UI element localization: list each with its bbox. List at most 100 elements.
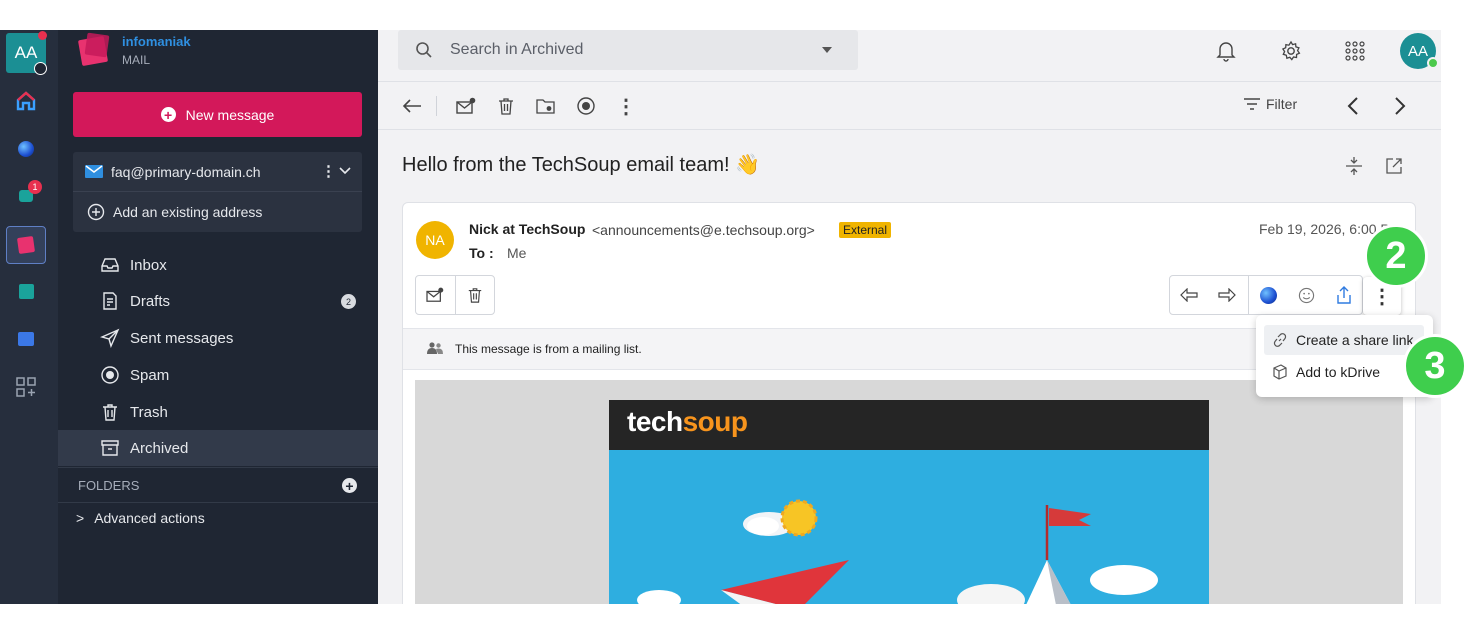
to-label: To :	[469, 245, 494, 261]
app-rail: AA 1	[0, 30, 58, 604]
ai-orb-icon	[1259, 286, 1277, 304]
mail-app: AA 1 infomaniak MAIL + New message faq@p…	[0, 30, 1441, 604]
send-icon	[100, 328, 120, 348]
delete-message-button[interactable]	[456, 276, 494, 314]
gear-icon[interactable]	[1278, 38, 1304, 64]
online-status-dot	[1427, 57, 1439, 69]
apps-grid-icon[interactable]	[1342, 38, 1368, 64]
ai-assistant-button[interactable]	[1249, 276, 1287, 314]
next-message-icon[interactable]	[1388, 94, 1412, 118]
reply-button[interactable]	[1170, 276, 1208, 314]
advanced-actions-label: Advanced actions	[94, 510, 205, 526]
kdrive-icon	[1273, 364, 1287, 380]
add-circle-icon	[87, 203, 105, 221]
techsoup-logo: techsoup	[627, 406, 748, 438]
quick-actions-group	[415, 275, 495, 315]
add-folder-icon[interactable]: +	[342, 478, 357, 493]
kchat-badge: 1	[28, 180, 42, 194]
filter-button[interactable]: Filter	[1244, 96, 1297, 112]
techsoup-header: techsoup	[609, 400, 1209, 450]
email-body: techsoup	[415, 380, 1403, 604]
sender-avatar: NA	[416, 221, 454, 259]
folder-inbox[interactable]: Inbox	[58, 247, 378, 283]
archive-icon	[101, 440, 119, 456]
new-message-button[interactable]: + New message	[73, 92, 362, 137]
logo-text-s: s	[682, 406, 699, 437]
bell-icon[interactable]	[1213, 38, 1239, 64]
account-kebab-icon[interactable]: ⋮	[321, 162, 336, 180]
folder-trash[interactable]: Trash	[58, 394, 378, 430]
add-address-button[interactable]: Add an existing address	[73, 192, 362, 232]
brand-name: infomaniak	[122, 34, 191, 49]
search-input[interactable]	[450, 30, 810, 70]
infomaniak-logo	[76, 32, 112, 67]
search-box[interactable]	[398, 30, 858, 70]
folder-label: Inbox	[130, 256, 167, 274]
inbox-icon	[101, 258, 119, 272]
share-button[interactable]	[1325, 276, 1363, 314]
sender-address[interactable]: <announcements@e.techsoup.org>	[592, 222, 815, 238]
account-panel: faq@primary-domain.ch ⋮ Add an existing …	[73, 152, 362, 232]
create-share-link-item[interactable]: Create a share link	[1264, 325, 1424, 355]
menu-item-label: Create a share link	[1296, 332, 1414, 348]
mail-icon[interactable]	[13, 232, 39, 258]
collapse-thread-icon[interactable]	[1344, 156, 1368, 180]
ai-orb-icon[interactable]	[13, 136, 39, 162]
kdrive-icon[interactable]	[13, 326, 39, 352]
add-to-kdrive-item[interactable]: Add to kDrive	[1264, 357, 1424, 387]
search-dropdown-icon[interactable]	[822, 47, 832, 53]
message-toolbar: ⋮ Filter	[378, 82, 1441, 130]
mark-unread-icon[interactable]	[454, 94, 478, 118]
badge-count: 1	[32, 182, 38, 192]
forward-button[interactable]	[1208, 276, 1246, 314]
folder-label: Trash	[130, 403, 168, 421]
techsoup-hero-illustration	[609, 450, 1209, 604]
toolbar-more-icon[interactable]: ⋮	[614, 94, 638, 118]
folder-label: Spam	[130, 366, 170, 384]
step-marker-3: 3	[1403, 334, 1467, 398]
account-selector[interactable]: faq@primary-domain.ch ⋮	[73, 152, 362, 192]
folder-spam[interactable]: Spam	[58, 357, 378, 393]
spam-report-icon[interactable]	[574, 94, 598, 118]
more-apps-icon[interactable]	[13, 374, 39, 400]
folder-sent[interactable]: Sent messages	[58, 320, 378, 356]
calendar-icon[interactable]	[13, 278, 39, 304]
brand-sub: MAIL	[122, 53, 151, 67]
status-chevron-icon[interactable]	[34, 62, 47, 75]
previous-message-icon[interactable]	[1341, 94, 1365, 118]
spam-icon	[101, 366, 119, 384]
move-folder-icon[interactable]	[534, 94, 558, 118]
logo-text-up: up	[714, 406, 748, 437]
mark-unread-button[interactable]	[416, 276, 454, 314]
external-badge: External	[839, 222, 892, 238]
step-marker-2: 2	[1364, 224, 1428, 288]
chevron-down-icon[interactable]	[339, 167, 351, 175]
to-value[interactable]: Me	[507, 245, 526, 261]
folder-label: Archived	[130, 439, 189, 457]
chevron-right-icon: >	[76, 510, 85, 526]
folder-label: Drafts	[130, 292, 171, 310]
envelope-icon	[85, 165, 103, 178]
folder-archived[interactable]: Archived	[58, 430, 378, 466]
filter-label: Filter	[1266, 96, 1298, 112]
folders-header-label: FOLDERS	[78, 477, 140, 493]
sender-name[interactable]: Nick at TechSoup	[469, 221, 585, 237]
drafts-icon	[103, 292, 117, 310]
folders-header: FOLDERS +	[58, 467, 378, 503]
open-external-icon[interactable]	[1384, 156, 1408, 180]
folder-drafts[interactable]: Drafts 2	[58, 283, 378, 319]
message-subject: Hello from the TechSoup email team! 👋	[402, 154, 761, 176]
logo-text-tech: tech	[627, 406, 683, 437]
home-icon[interactable]	[13, 88, 39, 114]
logo-text-o: o	[697, 406, 715, 437]
emoji-reaction-button[interactable]	[1287, 276, 1325, 314]
folder-label: Sent messages	[130, 329, 234, 347]
add-address-label: Add an existing address	[113, 204, 263, 220]
mail-sidebar: infomaniak MAIL + New message faq@primar…	[58, 30, 378, 604]
new-message-label: New message	[185, 106, 275, 123]
delete-icon[interactable]	[494, 94, 518, 118]
message-card: NA Nick at TechSoup <announcements@e.tec…	[402, 202, 1416, 604]
sender-initials: NA	[425, 232, 445, 248]
advanced-actions-toggle[interactable]: > Advanced actions	[76, 510, 205, 526]
back-arrow-icon[interactable]	[400, 94, 424, 118]
